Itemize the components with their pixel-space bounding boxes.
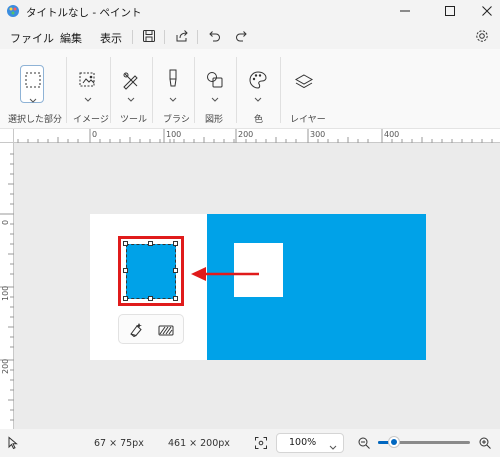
zoom-in-icon[interactable] <box>478 436 492 450</box>
redo-icon[interactable] <box>234 28 250 44</box>
canvas-size: 461 × 200px <box>168 438 230 449</box>
group-colors: 色 <box>236 49 280 129</box>
group-layers: レイヤー <box>280 49 328 129</box>
rectangle-select-icon <box>22 69 44 91</box>
paint-app-icon <box>6 4 20 18</box>
minimize-button[interactable] <box>386 0 424 22</box>
group-shapes: 図形 <box>194 49 236 129</box>
layers-icon[interactable] <box>293 71 315 93</box>
menu-view[interactable]: 表示 <box>100 30 122 46</box>
ruler-label: 0 <box>92 130 98 139</box>
ruler-label: 100 <box>166 130 182 139</box>
group-label-image: イメージ <box>73 115 109 125</box>
ruler-ticks <box>17 129 493 143</box>
menu-edit[interactable]: 編集 <box>60 30 82 46</box>
zoom-dropdown[interactable]: 100% <box>276 433 344 453</box>
fit-to-window-icon[interactable] <box>254 436 268 450</box>
ruler-corner <box>0 129 14 143</box>
group-tools: ツール <box>110 49 152 129</box>
chevron-down-icon[interactable] <box>211 93 219 102</box>
share-icon[interactable] <box>174 28 190 44</box>
close-button[interactable] <box>468 0 500 22</box>
ruler-label: 100 <box>1 285 10 301</box>
window-title: タイトルなし - ペイント <box>26 7 142 19</box>
group-label-layers: レイヤー <box>290 115 326 125</box>
group-brushes: ブラシ <box>152 49 194 129</box>
group-label-tools: ツール <box>120 115 148 125</box>
ribbon-toolbar: 選択した部分 イメージ ツール ブラシ 図形 色 レイヤー <box>0 49 500 129</box>
chevron-down-icon[interactable] <box>84 93 92 102</box>
chevron-down-icon[interactable] <box>254 93 262 102</box>
move-arrow-icon <box>191 267 259 281</box>
menu-file[interactable]: ファイル <box>10 30 54 46</box>
zoom-value: 100% <box>289 437 317 448</box>
close-icon <box>482 6 492 16</box>
tools-pencil-icon[interactable] <box>120 69 142 91</box>
title-bar: タイトルなし - ペイント <box>0 0 500 24</box>
group-label-brushes: ブラシ <box>163 115 190 125</box>
chevron-down-icon[interactable] <box>169 93 177 102</box>
highlight-frame <box>118 236 184 306</box>
ruler-horizontal: 0 100 200 300 400 <box>14 129 500 143</box>
pointer-icon <box>6 436 20 450</box>
group-label-colors: 色 <box>254 115 264 125</box>
chevron-down-icon[interactable] <box>127 93 135 102</box>
ruler-label: 200 <box>1 358 10 374</box>
selection-float-toolbar <box>118 314 184 344</box>
palette-icon[interactable] <box>247 69 269 91</box>
brush-icon[interactable] <box>162 67 184 89</box>
ruler-label: 400 <box>384 130 400 139</box>
minimize-icon <box>400 10 410 12</box>
zoom-slider-thumb[interactable] <box>388 436 400 448</box>
save-icon[interactable] <box>141 28 157 44</box>
remove-background-icon[interactable] <box>157 321 175 339</box>
chevron-down-icon <box>329 441 337 450</box>
maximize-button[interactable] <box>431 0 469 22</box>
group-label-shapes: 図形 <box>205 115 224 125</box>
image-icon[interactable] <box>77 69 99 91</box>
selection-size: 67 × 75px <box>94 438 144 449</box>
undo-icon[interactable] <box>206 28 222 44</box>
group-image: イメージ <box>66 49 110 129</box>
menu-divider <box>164 30 165 44</box>
group-selection: 選択した部分 <box>0 49 66 129</box>
chevron-down-icon <box>29 94 37 103</box>
ruler-label: 200 <box>238 130 254 139</box>
ruler-vertical: 0 100 200 <box>0 143 14 429</box>
menu-bar: ファイル 編集 表示 <box>0 24 500 49</box>
selection-button[interactable] <box>20 65 44 103</box>
settings-gear-icon[interactable] <box>474 28 490 44</box>
eraser-icon[interactable] <box>127 321 145 339</box>
menu-divider <box>197 30 198 44</box>
maximize-icon <box>445 6 455 16</box>
menu-divider <box>132 30 133 44</box>
zoom-out-icon[interactable] <box>357 436 371 450</box>
ruler-label: 300 <box>310 130 326 139</box>
ruler-label: 0 <box>1 219 10 225</box>
group-label-selection: 選択した部分 <box>8 115 63 125</box>
shapes-icon[interactable] <box>204 69 226 91</box>
